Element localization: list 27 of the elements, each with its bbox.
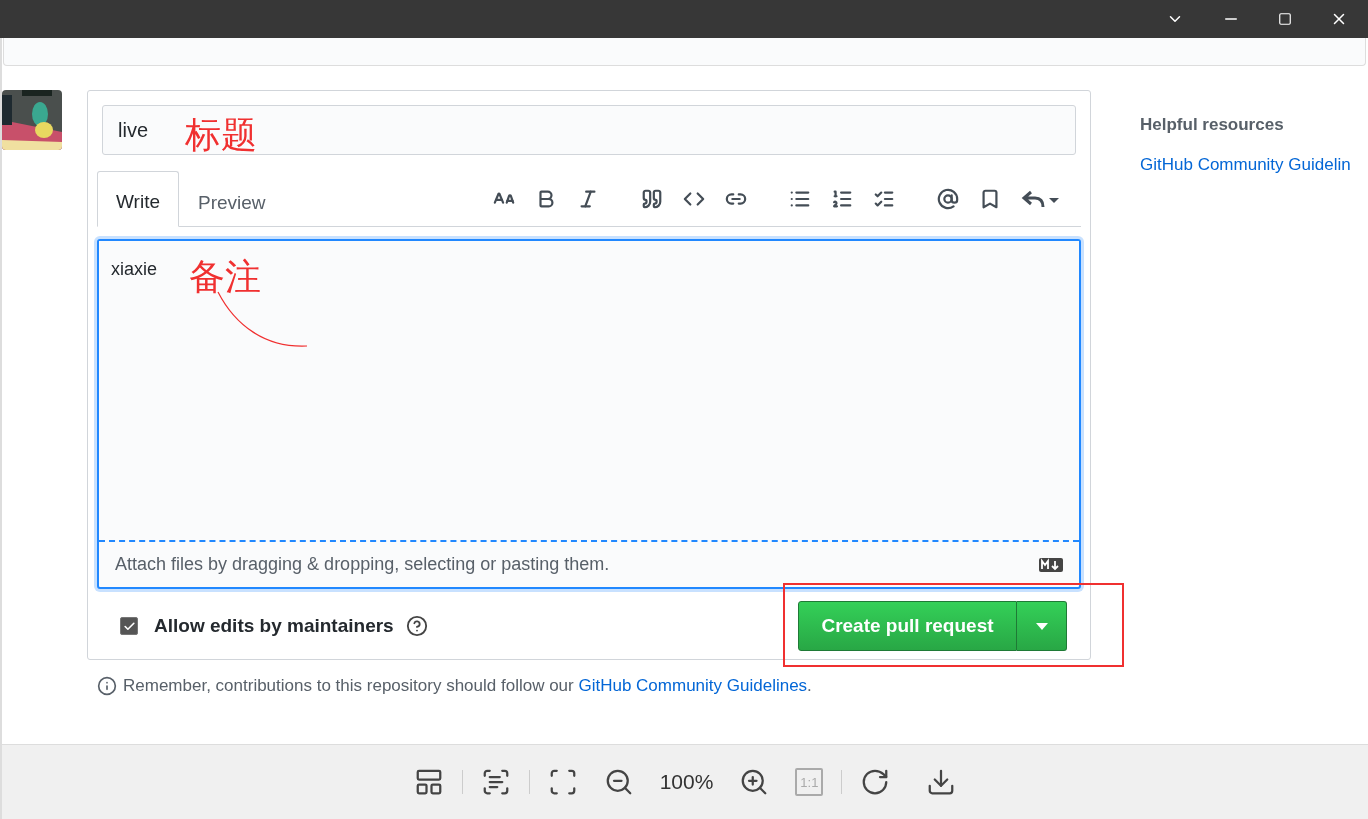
zoom-level: 100% (659, 770, 714, 794)
bookmark-icon[interactable] (979, 188, 1001, 210)
editor-tab[interactable]: Write (97, 171, 179, 227)
quote-icon[interactable] (641, 188, 663, 210)
caret-icon (1035, 622, 1048, 630)
dropdown-button[interactable] (1017, 601, 1067, 651)
maximize-icon[interactable] (1278, 12, 1292, 26)
sidebar-link[interactable]: GitHub Community Guidelin (1140, 155, 1351, 175)
info-icon (97, 676, 117, 696)
checkbox-label: Allow edits by maintainers (154, 615, 394, 637)
check-icon (122, 619, 136, 633)
checkbox[interactable] (120, 617, 138, 635)
title-field[interactable]: live 标题 (102, 105, 1076, 155)
bullet-list-icon[interactable] (789, 188, 811, 210)
guidelines-link[interactable]: GitHub Community Guidelines (578, 676, 808, 695)
annotation-label: 标题 (185, 116, 257, 154)
editor-tab[interactable]: Preview (179, 173, 285, 227)
annotation-label: 备注 (189, 258, 261, 296)
help-icon[interactable] (405, 615, 428, 637)
mention-icon[interactable] (937, 188, 959, 210)
reply-icon[interactable] (1021, 188, 1061, 210)
task-list-icon[interactable] (873, 188, 895, 210)
markdown-icon (1039, 557, 1063, 572)
sidebar-heading: Helpful resources (1140, 115, 1285, 135)
attach-hint: Attach files by dragging & dropping, selecting or pasting them. (115, 554, 610, 575)
numbered-list-icon[interactable] (831, 188, 853, 210)
guidelines-note: Remember, contributions to this repository should follow our GitHub Community Guidelines. (123, 676, 812, 696)
